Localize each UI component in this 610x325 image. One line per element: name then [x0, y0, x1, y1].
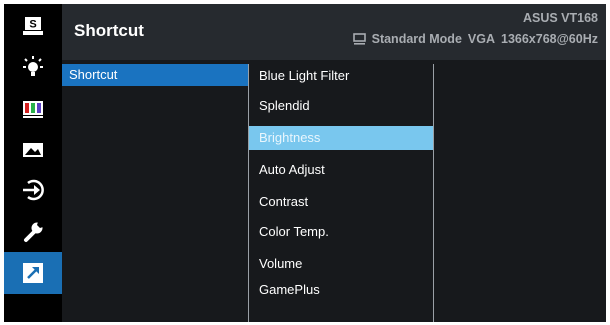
page-title: Shortcut	[74, 21, 144, 40]
sidebar-item-color[interactable]	[4, 89, 62, 129]
menu-item-color-temp[interactable]: Color Temp.	[249, 220, 433, 244]
menu-item-gameplus[interactable]: GamePlus	[249, 278, 433, 302]
menu-item-blue-light-filter[interactable]: Blue Light Filter	[249, 64, 433, 88]
submenu-column: Blue Light Filter Splendid Brightness Au…	[249, 64, 433, 322]
menu-item-brightness[interactable]: Brightness	[249, 126, 433, 150]
svg-text:S: S	[29, 19, 36, 31]
menu-item-auto-adjust[interactable]: Auto Adjust	[249, 158, 433, 182]
osd-menu: S Shortcut ASUS VT168 Standard Mode VGA …	[4, 4, 606, 322]
menu-item-splendid[interactable]: Splendid	[249, 94, 433, 118]
screenshot-frame: S Shortcut ASUS VT168 Standard Mode VGA …	[0, 0, 610, 325]
input-label: VGA	[467, 32, 495, 46]
shortcut-icon	[23, 263, 43, 283]
sidebar-item-system[interactable]: S	[4, 6, 62, 46]
image-icon	[23, 143, 43, 157]
sidebar-item-shortcut[interactable]	[4, 252, 62, 294]
menu-item-contrast[interactable]: Contrast	[249, 190, 433, 214]
system-setup-icon: S	[23, 17, 43, 35]
category-shortcut[interactable]: Shortcut	[62, 64, 248, 86]
sidebar-item-bluelight[interactable]	[4, 48, 62, 88]
monitor-icon	[352, 33, 366, 45]
mode-label: Standard Mode	[371, 32, 462, 46]
sidebar-item-image[interactable]	[4, 130, 62, 170]
main-panel: Shortcut ASUS VT168 Standard Mode VGA 13…	[62, 4, 606, 322]
resolution-label: 1366x768@60Hz	[501, 32, 598, 46]
status-line: Standard Mode VGA 1366x768@60Hz	[352, 32, 598, 46]
header-bar: Shortcut ASUS VT168 Standard Mode VGA 13…	[62, 4, 606, 60]
sidebar-item-settings[interactable]	[4, 212, 62, 252]
sidebar-rail: S	[4, 4, 62, 322]
sidebar-item-input[interactable]	[4, 170, 62, 210]
model-name: ASUS VT168	[522, 11, 598, 25]
bluelight-icon	[23, 56, 43, 76]
wrench-icon	[24, 222, 43, 242]
menu-item-volume[interactable]: Volume	[249, 252, 433, 276]
input-select-icon	[23, 179, 44, 201]
color-icon	[23, 101, 43, 118]
column-divider	[433, 64, 434, 322]
category-column: Shortcut	[62, 64, 248, 322]
